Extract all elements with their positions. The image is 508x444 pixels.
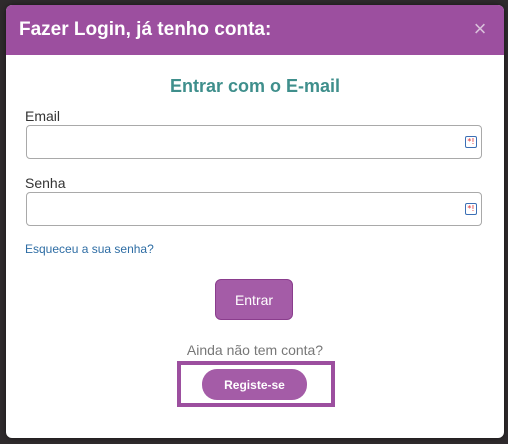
password-field-container: *! [26, 192, 482, 226]
close-icon[interactable]: × [470, 18, 490, 40]
modal-title: Fazer Login, já tenho conta: [19, 18, 272, 40]
login-button[interactable]: Entrar [215, 279, 293, 320]
email-field-container: *! [26, 125, 482, 159]
register-button[interactable]: Registe-se [202, 369, 307, 400]
password-manager-icon[interactable]: *! [465, 203, 477, 215]
no-account-text: Ainda não tem conta? [186, 342, 324, 358]
forgot-password-link[interactable]: Esqueceu a sua senha? [25, 242, 154, 256]
section-title: Entrar com o E-mail [169, 76, 341, 96]
modal-header: Fazer Login, já tenho conta: × [6, 5, 504, 55]
password-field[interactable] [27, 193, 463, 225]
password-manager-icon[interactable]: *! [465, 136, 477, 148]
email-field[interactable] [27, 126, 463, 158]
password-label: Senha [25, 175, 66, 191]
email-label: Email [25, 108, 61, 124]
login-modal: Fazer Login, já tenho conta: × Entrar co… [6, 5, 504, 438]
